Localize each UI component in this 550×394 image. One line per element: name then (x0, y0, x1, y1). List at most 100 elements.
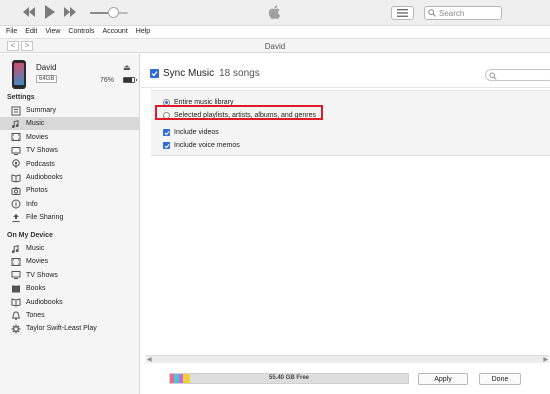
book-icon (11, 284, 21, 294)
menu-edit[interactable]: Edit (25, 28, 37, 35)
sidebar-item-file-sharing[interactable]: File Sharing (0, 211, 140, 224)
checkmark-icon (151, 71, 158, 77)
audiobook-icon (11, 173, 21, 183)
rewind-icon[interactable] (22, 6, 36, 20)
device-item-taylor-swift-least-play[interactable]: Taylor Swift-Least Play (0, 322, 140, 335)
sidebar-item-audiobooks[interactable]: Audiobooks (0, 171, 140, 184)
search-placeholder: Search (439, 8, 465, 18)
iphone-icon (12, 60, 26, 89)
menu-help[interactable]: Help (136, 28, 150, 35)
include-voice-memos-checkbox[interactable] (163, 142, 170, 149)
song-count: 18 songs (219, 68, 260, 79)
music-search-field[interactable] (485, 69, 550, 81)
main-pane: Sync Music 18 songs Entire music library… (141, 54, 550, 394)
done-button[interactable]: Done (479, 373, 521, 385)
bell-icon (11, 310, 21, 321)
summary-icon (11, 106, 21, 116)
search-icon (489, 71, 497, 80)
sidebar-item-label: Podcasts (26, 160, 55, 168)
option-include-voice-memos[interactable]: Include voice memos (163, 142, 240, 149)
sidebar-item-info[interactable]: Info (0, 198, 140, 211)
sidebar-item-label: Music (26, 245, 45, 252)
menu-file[interactable]: File (6, 28, 17, 35)
sidebar-item-label: File Sharing (26, 214, 64, 222)
apply-button[interactable]: Apply (418, 373, 468, 385)
include-videos-checkbox[interactable] (163, 129, 170, 136)
checkmark-icon (163, 143, 170, 148)
sidebar-item-label: Photos (26, 187, 48, 195)
sidebar-item-label: Music (26, 120, 45, 128)
sidebar-item-label: TV Shows (26, 147, 58, 155)
file-sharing-icon (11, 213, 21, 223)
sidebar-item-label: Books (26, 285, 46, 293)
device-item-music[interactable]: Music (0, 242, 140, 255)
sidebar-item-label: Movies (26, 133, 49, 141)
film-icon (11, 132, 21, 142)
sidebar-item-label: Tones (26, 312, 45, 319)
device-capacity: 64GB (36, 75, 58, 83)
horizontal-scrollbar[interactable]: ◀ ▶ (146, 355, 549, 363)
option-include-videos[interactable]: Include videos (163, 129, 219, 136)
sidebar-item-podcasts[interactable]: Podcasts (0, 158, 140, 171)
device-item-tv-shows[interactable]: TV Shows (0, 269, 140, 282)
checkmark-icon (163, 130, 170, 135)
sidebar: David 64GB ⏏ 76% Settings Summary Music Mo… (0, 54, 140, 394)
battery-icon (123, 77, 137, 83)
menu-bar: File Edit View Controls Account Help (0, 26, 550, 37)
info-icon (11, 199, 21, 209)
device-name: David (36, 63, 57, 72)
sidebar-item-label: Audiobooks (26, 174, 63, 181)
tv-icon (11, 270, 21, 280)
device-item-tones[interactable]: Tones (0, 309, 140, 322)
storage-bar: 55.40 GB Free (169, 373, 409, 384)
gear-icon (11, 324, 21, 334)
search-icon (428, 9, 436, 17)
annotation-highlight-box (155, 105, 323, 120)
sidebar-item-movies[interactable]: Movies (0, 131, 140, 144)
menu-view[interactable]: View (45, 28, 60, 35)
sidebar-item-label: Taylor Swift-Least Play (26, 325, 97, 333)
sidebar-item-label: Info (26, 200, 38, 208)
sync-music-title: Sync Music (163, 68, 215, 79)
scroll-right-icon[interactable]: ▶ (543, 356, 548, 363)
menu-account[interactable]: Account (102, 28, 127, 35)
search-field[interactable]: Search (424, 6, 502, 20)
sidebar-item-music[interactable]: Music (0, 117, 140, 131)
fast-forward-icon[interactable] (63, 6, 77, 20)
sidebar-item-summary[interactable]: Summary (0, 104, 140, 117)
sidebar-item-tv-shows[interactable]: TV Shows (0, 144, 140, 157)
audiobook-icon (11, 297, 21, 307)
nav-bar: < > David (0, 38, 550, 53)
device-header[interactable]: David 64GB ⏏ 76% (8, 60, 137, 90)
sync-music-checkbox[interactable] (150, 69, 159, 78)
toolbar: Search (0, 0, 550, 26)
sidebar-item-label: Summary (26, 107, 56, 114)
sync-music-row: Sync Music 18 songs (150, 68, 260, 79)
menu-controls[interactable]: Controls (68, 28, 94, 35)
device-item-movies[interactable]: Movies (0, 255, 140, 268)
include-voice-memos-label: Include voice memos (174, 142, 240, 149)
scroll-left-icon[interactable]: ◀ (147, 356, 152, 363)
on-my-device-heading: On My Device (7, 232, 53, 239)
film-icon (11, 257, 21, 267)
device-item-audiobooks[interactable]: Audiobooks (0, 296, 140, 309)
include-videos-label: Include videos (174, 129, 219, 136)
volume-knob[interactable] (107, 7, 119, 18)
device-item-books[interactable]: Books (0, 282, 140, 295)
sidebar-item-label: TV Shows (26, 271, 58, 279)
list-view-button[interactable] (391, 6, 414, 20)
settings-heading: Settings (7, 94, 35, 101)
music-note-icon (11, 244, 21, 254)
podcast-icon (11, 159, 21, 169)
nav-title: David (264, 42, 286, 51)
storage-free-label: 55.40 GB Free (268, 375, 310, 381)
camera-icon (11, 186, 21, 196)
battery-percent: 76% (100, 77, 115, 84)
sidebar-item-label: Audiobooks (26, 298, 63, 306)
play-icon[interactable] (44, 4, 56, 22)
sidebar-item-label: Movies (26, 258, 49, 266)
list-icon (397, 9, 408, 17)
tv-icon (11, 146, 21, 156)
eject-icon[interactable]: ⏏ (123, 63, 131, 72)
sidebar-item-photos[interactable]: Photos (0, 184, 140, 197)
